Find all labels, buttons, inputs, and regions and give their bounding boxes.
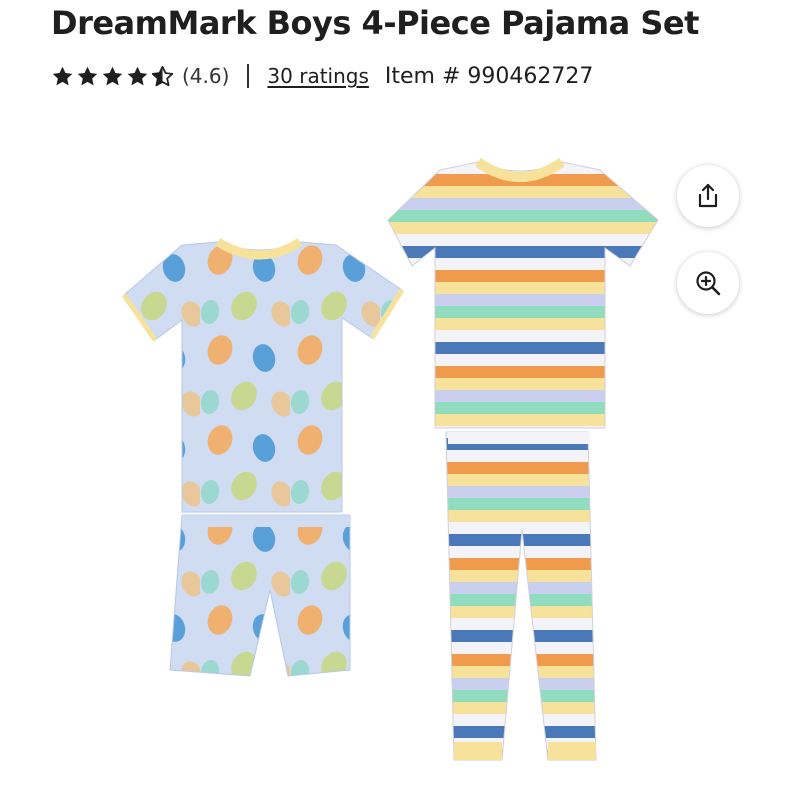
zoom-button[interactable] xyxy=(677,252,739,314)
egg-print-shorts xyxy=(169,514,351,677)
star-icon xyxy=(52,66,73,85)
rating-score: (4.6) xyxy=(182,64,230,88)
product-title: DreamMark Boys 4-Piece Pajama Set xyxy=(51,4,699,42)
rating-row: (4.6) 30 ratings Item # 990462727 xyxy=(51,60,593,92)
striped-tee xyxy=(387,157,659,429)
item-number: Item # 990462727 xyxy=(384,63,594,89)
share-icon xyxy=(698,183,718,208)
share-button[interactable] xyxy=(677,165,739,227)
divider xyxy=(247,64,250,88)
star-icon xyxy=(102,66,123,85)
star-rating[interactable] xyxy=(51,65,174,88)
zoom-in-icon xyxy=(696,271,721,296)
ratings-link[interactable]: 30 ratings xyxy=(267,64,368,88)
star-icon xyxy=(77,66,98,85)
egg-print-tee xyxy=(121,238,405,513)
product-image[interactable] xyxy=(110,150,670,770)
half-star-icon xyxy=(151,65,174,86)
striped-pants xyxy=(445,431,597,761)
star-icon xyxy=(127,66,148,85)
